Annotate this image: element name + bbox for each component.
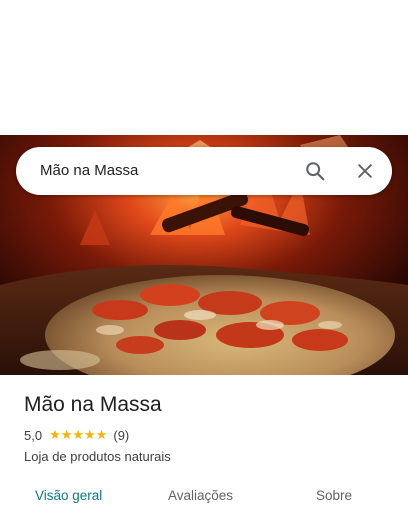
tab-about[interactable]: Sobre	[316, 488, 352, 503]
place-tabs: Visão geral Avaliações Sobre	[0, 478, 408, 510]
place-page: Mão na Massa Mão na Massa 5,0 ★★★★★ (9) …	[0, 0, 408, 510]
review-count: (9)	[113, 428, 130, 443]
tab-reviews[interactable]: Avaliações	[168, 488, 233, 503]
place-name: Mão na Massa	[24, 393, 162, 416]
tab-overview[interactable]: Visão geral	[35, 488, 102, 503]
close-icon	[358, 164, 372, 178]
rating-value: 5,0	[24, 428, 43, 443]
place-category: Loja de produtos naturais	[24, 449, 171, 464]
search-input[interactable]: Mão na Massa	[40, 162, 138, 179]
rating-row[interactable]: 5,0 ★★★★★ (9)	[24, 428, 129, 443]
search-bar[interactable]: Mão na Massa	[16, 147, 392, 195]
close-button[interactable]	[351, 157, 379, 185]
search-icon	[306, 162, 325, 181]
search-button[interactable]	[301, 157, 329, 185]
star-rating-icon: ★★★★★	[49, 428, 108, 443]
